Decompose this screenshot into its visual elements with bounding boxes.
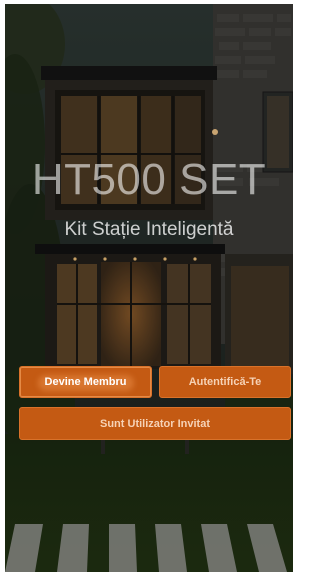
app-screen: HT500 SET Kit Stație Inteligentă Devine … (5, 4, 293, 572)
become-member-label: Devine Membru (44, 376, 127, 388)
app-subtitle: Kit Stație Inteligentă (64, 219, 234, 240)
become-member-button[interactable]: Devine Membru (19, 366, 152, 398)
app-title: HT500 SET (31, 155, 267, 204)
guest-user-button[interactable]: Sunt Utilizator Invitat (19, 407, 291, 440)
background-overlay (5, 4, 293, 572)
sign-in-button[interactable]: Autentifică-Te (159, 366, 291, 398)
sign-in-label: Autentifică-Te (188, 376, 262, 388)
guest-user-label: Sunt Utilizator Invitat (100, 417, 210, 430)
